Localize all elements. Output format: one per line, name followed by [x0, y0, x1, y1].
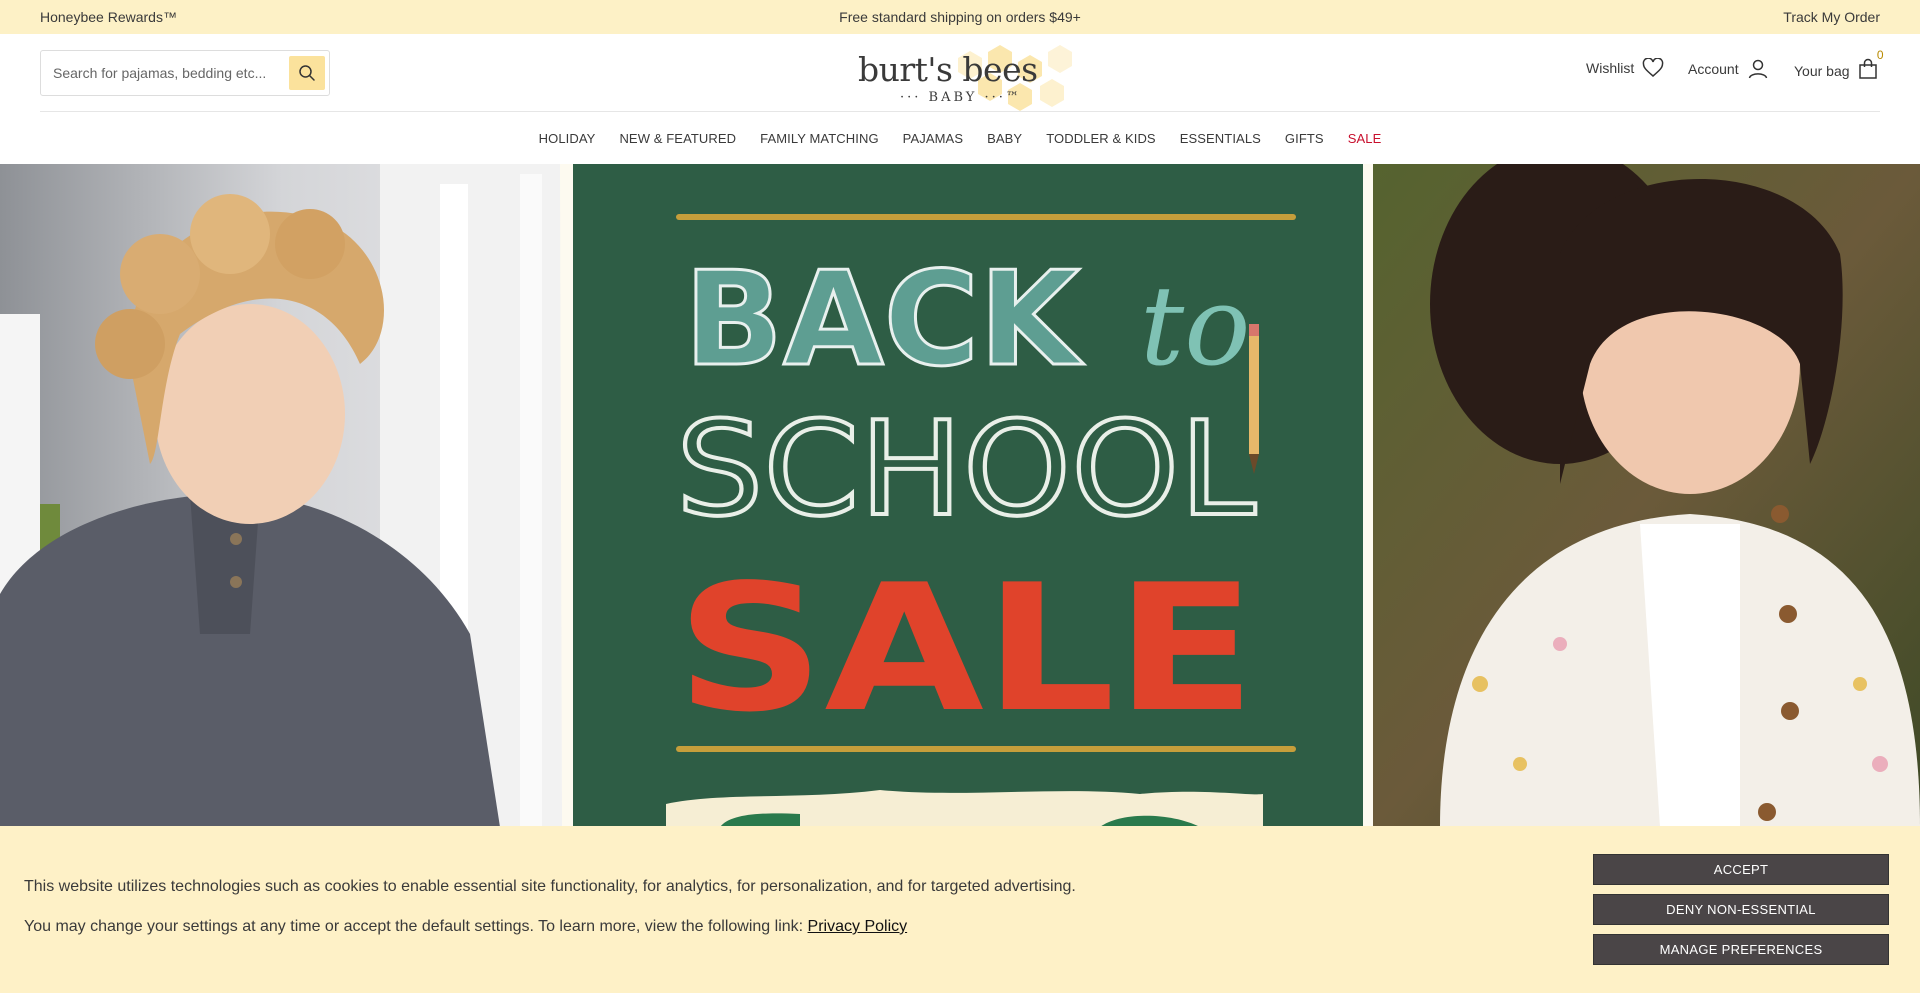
nav-item-gifts[interactable]: GIFTS — [1273, 131, 1336, 146]
accept-button[interactable]: ACCEPT — [1593, 854, 1889, 885]
bag-icon-wrapper: 0 — [1858, 48, 1884, 83]
site-logo[interactable]: burt's bees ··· BABY ···™ — [830, 42, 1090, 112]
search-box — [40, 50, 330, 96]
bag-label: Your bag — [1794, 62, 1850, 79]
user-icon — [1748, 59, 1767, 79]
promo-bar: Honeybee Rewards™ Free standard shipping… — [0, 0, 1920, 34]
wishlist-link[interactable]: Wishlist — [1586, 58, 1664, 78]
hero-to-text: to — [1140, 262, 1250, 390]
cookie-consent-banner: This website utilizes technologies such … — [0, 826, 1920, 993]
account-label: Account — [1688, 61, 1739, 77]
search-icon — [299, 65, 315, 81]
free-shipping-message: Free standard shipping on orders $49+ — [839, 9, 1081, 25]
nav-item-holiday[interactable]: HOLIDAY — [527, 131, 608, 146]
hero-banner[interactable]: BACK to SCHOOL SALE — [0, 164, 1920, 827]
search-input[interactable] — [53, 65, 283, 81]
shopping-bag-icon — [1858, 58, 1877, 79]
nav-item-toddler-kids[interactable]: TODDLER & KIDS — [1034, 131, 1168, 146]
right-child-photo — [1373, 164, 1920, 827]
hero-sale-text: SALE — [676, 548, 1256, 751]
hero-image: BACK to SCHOOL SALE — [0, 164, 1920, 827]
main-nav: HOLIDAY NEW & FEATURED FAMILY MATCHING P… — [0, 112, 1920, 164]
nav-item-essentials[interactable]: ESSENTIALS — [1168, 131, 1273, 146]
bag-link[interactable]: Your bag 0 — [1794, 48, 1884, 83]
logo-brand-text: burt's bees — [858, 50, 1038, 89]
nav-item-new-featured[interactable]: NEW & FEATURED — [607, 131, 748, 146]
bag-count-badge: 0 — [1876, 48, 1884, 62]
search-button[interactable] — [289, 56, 325, 90]
heart-icon — [1642, 58, 1664, 77]
site-header: burt's bees ··· BABY ···™ Wishlist Accou… — [0, 34, 1920, 112]
cookie-text-1: This website utilizes technologies such … — [24, 878, 1076, 895]
wishlist-label: Wishlist — [1586, 60, 1635, 76]
back-to-school-chalkboard: BACK to SCHOOL SALE — [560, 164, 1380, 827]
deny-non-essential-button[interactable]: DENY NON-ESSENTIAL — [1593, 894, 1889, 925]
left-child-photo — [0, 164, 565, 827]
privacy-policy-link[interactable]: Privacy Policy — [808, 918, 908, 935]
nav-item-pajamas[interactable]: PAJAMAS — [891, 131, 975, 146]
nav-item-family-matching[interactable]: FAMILY MATCHING — [748, 131, 891, 146]
manage-preferences-button[interactable]: MANAGE PREFERENCES — [1593, 934, 1889, 965]
track-order-link[interactable]: Track My Order — [1783, 9, 1880, 25]
nav-item-sale[interactable]: SALE — [1336, 131, 1394, 146]
account-link[interactable]: Account — [1688, 58, 1769, 80]
nav-item-baby[interactable]: BABY — [975, 131, 1034, 146]
cookie-text-2-body: You may change your settings at any time… — [24, 918, 804, 935]
cookie-text-2: You may change your settings at any time… — [24, 918, 907, 936]
honeybee-rewards-link[interactable]: Honeybee Rewards™ — [40, 9, 177, 25]
logo-sub-text: ··· BABY ···™ — [900, 90, 1022, 105]
hero-back-text: BACK — [684, 243, 1084, 395]
hero-school-text: SCHOOL — [676, 393, 1256, 545]
